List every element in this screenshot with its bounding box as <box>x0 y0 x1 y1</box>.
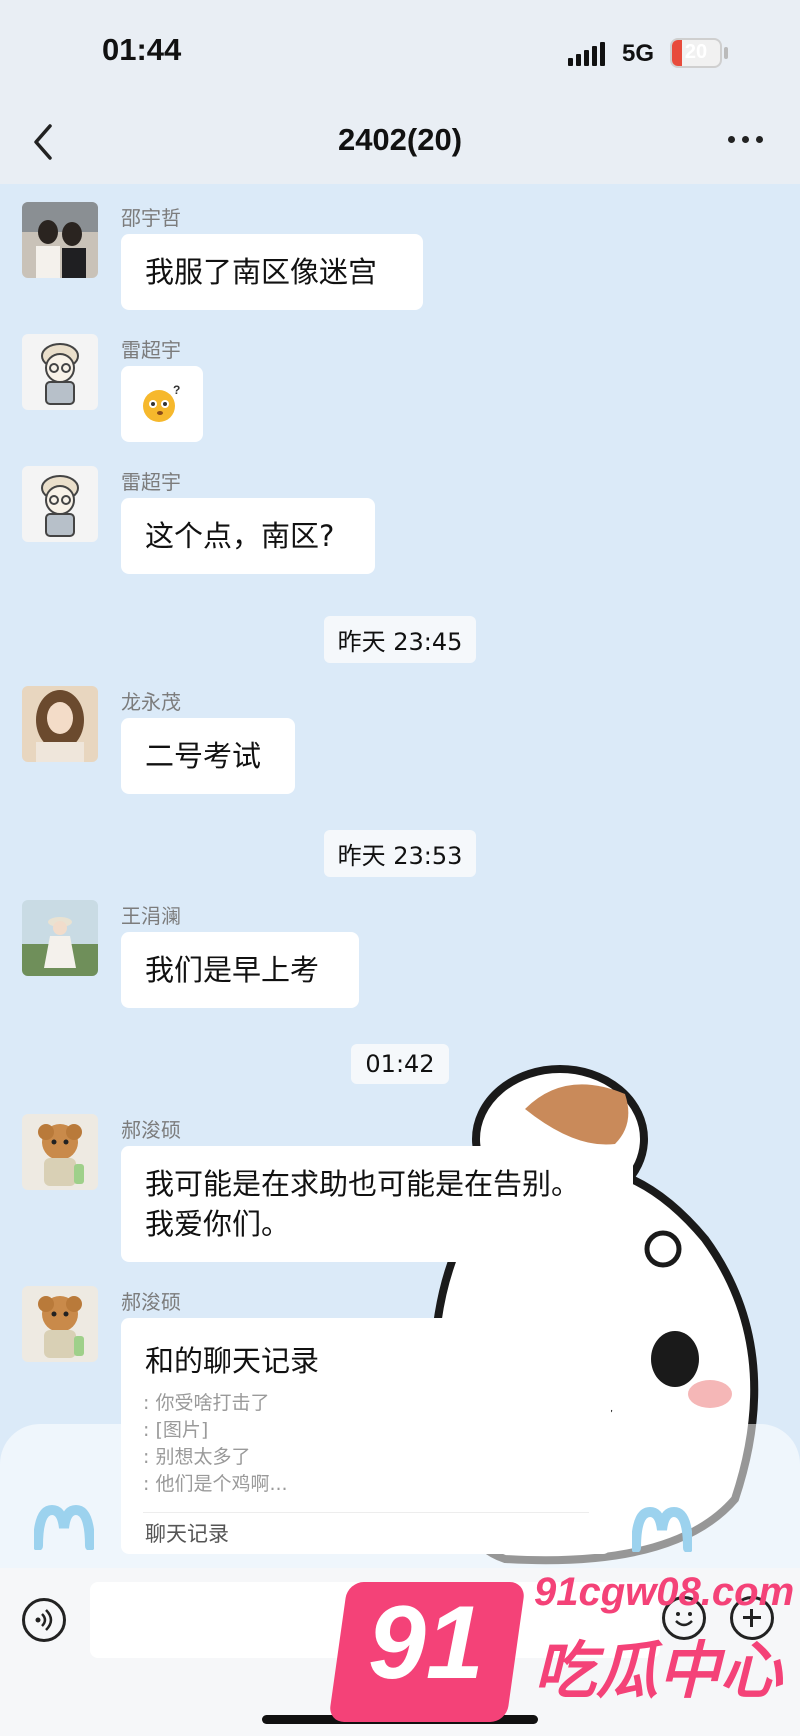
sender-name: 郝浚硕 <box>121 1118 181 1142</box>
signal-icon <box>568 40 608 66</box>
cloud-left-icon <box>34 1504 94 1550</box>
sender-name: 邵宇哲 <box>121 206 181 230</box>
message-bubble[interactable]: 二号考试 <box>121 718 295 794</box>
chat-record-footer: 聊天记录 <box>145 1522 229 1546</box>
avatar[interactable] <box>22 202 98 278</box>
chat-record-title: 和的聊天记录 <box>145 1344 320 1378</box>
confused-emoji-icon: ? <box>143 384 180 422</box>
chat-title: 2402(20) <box>337 122 463 157</box>
timestamp: 昨天 23:45 <box>0 616 800 663</box>
sender-name: 龙永茂 <box>121 690 181 714</box>
status-bar: 01:44 5G 20 <box>0 0 800 100</box>
sender-name: 郝浚硕 <box>121 1290 181 1314</box>
watermark-number: 91 <box>368 1585 484 1701</box>
battery-level: 20 <box>684 41 708 63</box>
message-bubble[interactable]: 我服了南区像迷宫 <box>121 234 423 310</box>
avatar[interactable] <box>22 900 98 976</box>
divider <box>143 1512 589 1513</box>
chat-record-line: : 别想太多了 <box>143 1446 251 1468</box>
chat-record-line: : [图片] <box>143 1419 209 1441</box>
message-line: 我爱你们。 <box>145 1207 291 1241</box>
battery-icon: 20 <box>670 38 722 68</box>
network-label: 5G <box>622 40 655 67</box>
avatar[interactable] <box>22 334 98 410</box>
nav-bar: 2402(20) <box>0 100 800 184</box>
message-bubble[interactable]: 这个点，南区? <box>121 498 375 574</box>
svg-text:?: ? <box>173 384 180 397</box>
cloud-right-icon <box>632 1506 692 1552</box>
chat-record-line: : 他们是个鸡啊... <box>143 1473 288 1495</box>
watermark-url: 91cgw08.com <box>534 1570 795 1614</box>
more-icon[interactable] <box>728 136 768 148</box>
message-bubble[interactable]: ? <box>121 366 203 442</box>
voice-icon <box>35 1609 53 1631</box>
watermark-text: 吃瓜中心 <box>534 1634 783 1707</box>
avatar[interactable] <box>22 1286 98 1362</box>
chat-record-line: : 你受啥打击了 <box>143 1392 270 1414</box>
message-line: 我可能是在求助也可能是在告别。 <box>145 1167 581 1201</box>
voice-button[interactable] <box>22 1598 66 1642</box>
avatar[interactable] <box>22 466 98 542</box>
sender-name: 雷超宇 <box>121 470 181 494</box>
timestamp: 01:42 <box>0 1044 800 1084</box>
message-bubble[interactable]: 我可能是在求助也可能是在告别。 我爱你们。 <box>121 1146 633 1262</box>
avatar[interactable] <box>22 686 98 762</box>
sender-name: 王涓澜 <box>121 904 181 928</box>
sender-name: 雷超宇 <box>121 338 181 362</box>
battery-tip <box>724 47 728 59</box>
message-bubble[interactable]: 我们是早上考 <box>121 932 359 1008</box>
chat-area[interactable]: 邵宇哲 我服了南区像迷宫 雷超宇 ? 雷超宇 这个点，南区? 昨天 23:45 <box>0 184 800 1568</box>
timestamp: 昨天 23:53 <box>0 830 800 877</box>
status-time: 01:44 <box>102 32 182 67</box>
chat-record-card[interactable]: 和的聊天记录 : 你受啥打击了 : [图片] : 别想太多了 : 他们是个鸡啊.… <box>121 1318 611 1554</box>
avatar[interactable] <box>22 1114 98 1190</box>
